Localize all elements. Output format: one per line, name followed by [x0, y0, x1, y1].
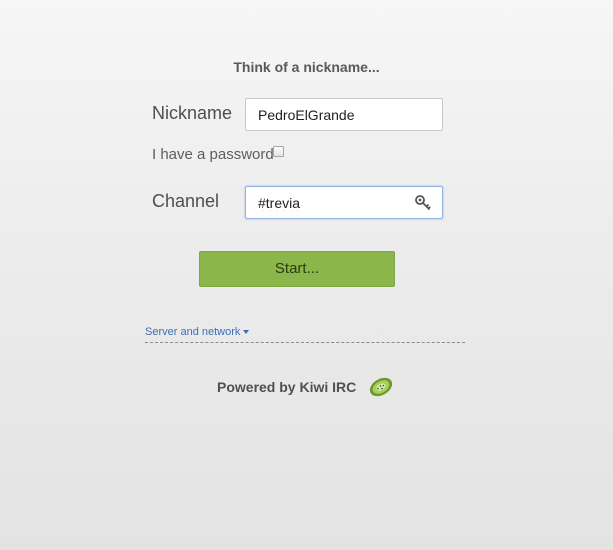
channel-label: Channel [152, 191, 220, 211]
nickname-field-box [245, 98, 443, 131]
kiwi-logo-icon [369, 377, 393, 397]
server-network-toggle[interactable]: Server and network [145, 326, 250, 338]
password-checkbox[interactable] [273, 146, 284, 157]
server-network-label: Server and network [145, 326, 241, 338]
nickname-label: Nickname [152, 103, 233, 123]
login-panel: Think of a nickname... Nickname I have a… [0, 0, 613, 550]
start-button[interactable]: Start... [199, 251, 395, 287]
caret-down-icon [243, 330, 250, 335]
key-icon[interactable] [414, 194, 432, 212]
password-label: I have a password [152, 146, 274, 163]
divider [145, 342, 465, 343]
form-heading: Think of a nickname... [233, 59, 380, 75]
powered-by-text: Powered by Kiwi IRC [217, 379, 357, 395]
nickname-input[interactable] [258, 105, 408, 125]
channel-input[interactable] [258, 193, 408, 213]
channel-field-box [245, 186, 443, 219]
